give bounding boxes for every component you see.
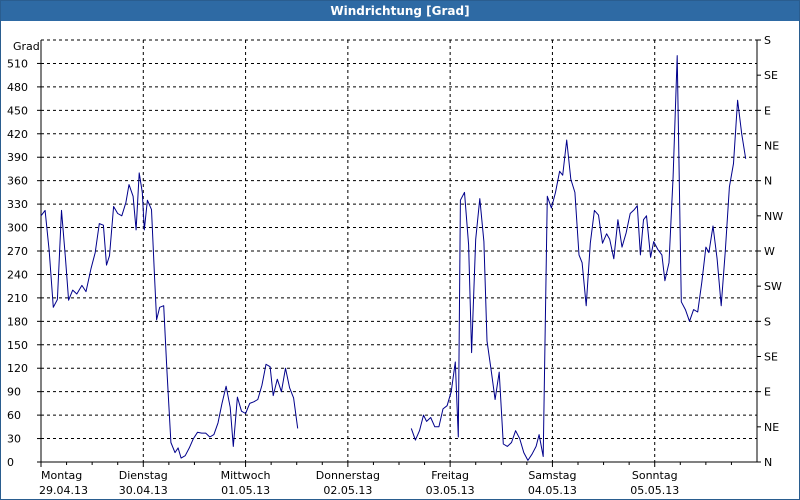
y-tick-label: 390 bbox=[7, 151, 28, 164]
compass-label: SE bbox=[764, 69, 778, 82]
y-tick-label: 510 bbox=[7, 57, 28, 70]
x-date-label: 30.04.13 bbox=[119, 484, 168, 497]
x-day-label: Montag bbox=[41, 469, 82, 482]
compass-label: N bbox=[764, 456, 772, 469]
compass-label: N bbox=[764, 175, 772, 188]
x-day-label: Dienstag bbox=[119, 469, 168, 482]
compass-label: W bbox=[764, 245, 775, 258]
x-day-label: Samstag bbox=[528, 469, 576, 482]
y-tick-label: 270 bbox=[7, 245, 28, 258]
y-tick-label: 450 bbox=[7, 104, 28, 117]
y-tick-label: 420 bbox=[7, 128, 28, 141]
y-tick-label: 300 bbox=[7, 222, 28, 235]
compass-label: S bbox=[764, 34, 771, 47]
compass-label: NW bbox=[764, 210, 783, 223]
y-tick-label: 480 bbox=[7, 81, 28, 94]
y-tick-label: 150 bbox=[7, 339, 28, 352]
y-tick-label: 330 bbox=[7, 198, 28, 211]
compass-label: E bbox=[764, 386, 771, 399]
y-tick-label: 90 bbox=[7, 386, 21, 399]
compass-label: NE bbox=[764, 140, 779, 153]
compass-label: NE bbox=[764, 421, 779, 434]
x-date-label: 29.04.13 bbox=[39, 484, 88, 497]
x-day-label: Donnerstag bbox=[316, 469, 380, 482]
y-tick-label: 360 bbox=[7, 175, 28, 188]
x-day-label: Freitag bbox=[431, 469, 469, 482]
x-day-label: Sonntag bbox=[632, 469, 678, 482]
compass-label: E bbox=[764, 104, 771, 117]
x-day-label: Mittwoch bbox=[221, 469, 271, 482]
wind-direction-chart: 0 30 60 90 120 150 180 210 240 270 300 330 360 390 420… bbox=[7, 34, 783, 497]
x-date-label: 04.05.13 bbox=[528, 484, 577, 497]
x-date-label: 02.05.13 bbox=[323, 484, 372, 497]
compass-label: SW bbox=[764, 280, 782, 293]
x-date-label: 05.05.13 bbox=[630, 484, 679, 497]
compass-label: SE bbox=[764, 351, 778, 364]
y-tick-label: 180 bbox=[7, 315, 28, 328]
y-tick-label: 120 bbox=[7, 362, 28, 375]
y-tick-label: 240 bbox=[7, 268, 28, 281]
y-tick-label: 60 bbox=[7, 409, 21, 422]
compass-label: S bbox=[764, 315, 771, 328]
y-tick-label: 30 bbox=[7, 433, 21, 446]
x-date-label: 01.05.13 bbox=[221, 484, 270, 497]
x-date-label: 03.05.13 bbox=[426, 484, 475, 497]
y-tick-label: 0 bbox=[7, 456, 14, 469]
y-tick-label: 210 bbox=[7, 292, 28, 305]
y-axis-label: Grad bbox=[13, 40, 40, 53]
